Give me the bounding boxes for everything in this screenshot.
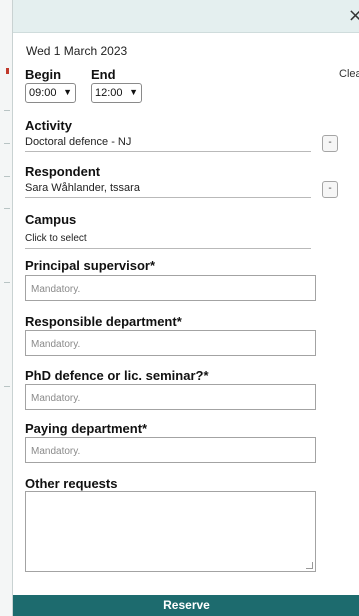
paying-department-input[interactable]: Mandatory. — [25, 437, 316, 463]
campus-select[interactable]: Click to select — [25, 233, 311, 249]
paying-department-label: Paying department* — [25, 421, 148, 436]
chevron-down-icon: ▼ — [63, 87, 72, 97]
close-icon[interactable]: × — [348, 7, 359, 25]
other-requests-textarea[interactable] — [25, 491, 316, 572]
background-line — [4, 386, 10, 387]
begin-time-select[interactable]: 09:00 ▼ — [25, 83, 76, 103]
phd-defence-label: PhD defence or lic. seminar?* — [25, 368, 209, 383]
end-time-select[interactable]: 12:00 ▼ — [91, 83, 142, 103]
background-line — [4, 176, 10, 177]
respondent-remove-button[interactable]: - — [322, 181, 338, 198]
other-requests-label: Other requests — [25, 476, 118, 491]
activity-value[interactable]: Doctoral defence - NJ — [25, 136, 311, 152]
begin-time-value: 09:00 — [29, 87, 57, 99]
activity-remove-button[interactable]: - — [322, 135, 338, 152]
principal-supervisor-input[interactable]: Mandatory. — [25, 275, 316, 301]
responsible-department-input[interactable]: Mandatory. — [25, 330, 316, 356]
selected-date: Wed 1 March 2023 — [26, 44, 128, 58]
reserve-button[interactable]: Reserve — [13, 595, 359, 616]
responsible-department-label: Responsible department* — [25, 314, 182, 329]
end-time-value: 12:00 — [95, 87, 123, 99]
background-line — [4, 208, 10, 209]
respondent-label: Respondent — [25, 164, 101, 179]
phd-defence-input[interactable]: Mandatory. — [25, 384, 316, 410]
activity-label: Activity — [25, 118, 72, 133]
end-label: End — [91, 67, 116, 82]
dialog-header: × — [13, 0, 359, 33]
chevron-down-icon: ▼ — [129, 87, 138, 97]
campus-label: Campus — [25, 212, 77, 227]
begin-label: Begin — [25, 67, 62, 82]
reservation-dialog: × Wed 1 March 2023 Clear Begin 09:00 ▼ E… — [12, 0, 359, 616]
background-line — [4, 143, 10, 144]
background-marker — [6, 68, 9, 74]
clear-link[interactable]: Clear — [339, 68, 359, 80]
respondent-value[interactable]: Sara Wåhlander, tssara — [25, 182, 311, 198]
background-line — [4, 282, 10, 283]
background-page — [0, 0, 12, 616]
resize-grip-icon[interactable] — [306, 562, 313, 569]
principal-supervisor-label: Principal supervisor* — [25, 258, 156, 273]
background-line — [4, 110, 10, 111]
